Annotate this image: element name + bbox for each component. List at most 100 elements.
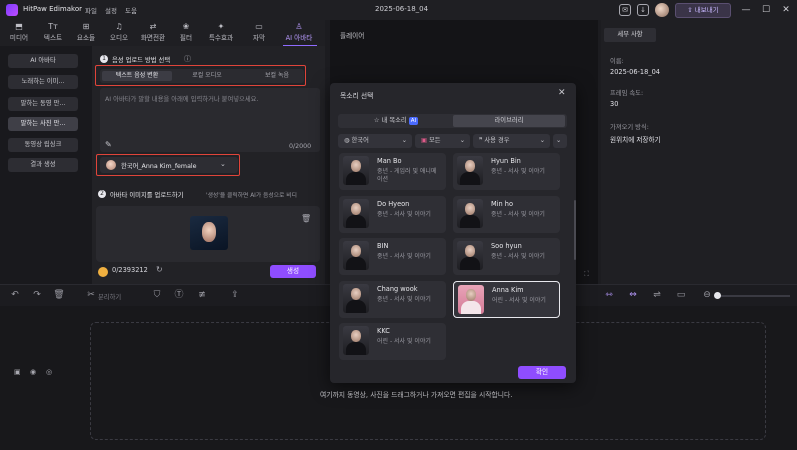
- fullscreen-icon[interactable]: ⛶: [584, 270, 589, 279]
- usecase-filter[interactable]: ❞ 사용 경우 ⌄: [473, 134, 550, 148]
- chevron-down-icon: ⌄: [459, 137, 465, 144]
- track-lock-icon[interactable]: ▣: [14, 368, 21, 376]
- sidebar-item-0[interactable]: AI 아바타: [8, 54, 78, 68]
- voice-card[interactable]: Hyun Bin 중년 - 서사 및 이야기: [453, 153, 560, 190]
- voice-name: Chang wook: [377, 285, 418, 293]
- export-button[interactable]: ⇪ 내보내기: [675, 3, 731, 18]
- download-icon[interactable]: ↓: [637, 4, 649, 16]
- tab-my-voice[interactable]: ☆ 내 목소리 AI: [340, 115, 452, 127]
- voice-card[interactable]: Man Bo 중년 - 게임러 및 애니메이션: [339, 153, 446, 190]
- project-title: 2025-06-18_04: [375, 5, 429, 13]
- step1-number: 1: [100, 55, 108, 63]
- voice-description: 중년 - 서사 및 이야기: [377, 296, 431, 303]
- sidebar-item-5[interactable]: 결과 생성: [8, 158, 78, 172]
- voice-card[interactable]: KKC 어린 - 서사 및 이야기: [339, 323, 446, 360]
- maximize-icon[interactable]: ☐: [759, 3, 773, 17]
- drop-hint-text: 여기까지 동영상, 사진을 드래그하거나 가져오면 편집을 시작합니다.: [320, 391, 513, 399]
- voice-card[interactable]: Soo hyun 중년 - 서사 및 이야기: [453, 238, 560, 275]
- tab-effects[interactable]: ✦ 특수효과: [205, 21, 237, 42]
- voice-avatar: [458, 285, 484, 314]
- gender-filter[interactable]: ▣ 모든 ⌄: [415, 134, 470, 148]
- filter-icon: ❀: [182, 22, 190, 31]
- toolbar-label: AI 아바타: [285, 34, 313, 42]
- sidebar-item-2[interactable]: 말하는 동영 만...: [8, 97, 78, 111]
- voice-description: 중년 - 게임러 및 애니메이션: [377, 168, 437, 183]
- user-avatar[interactable]: [655, 3, 669, 17]
- voice-avatar: [343, 284, 369, 313]
- scissors-icon[interactable]: ✂: [84, 288, 98, 302]
- menu-file[interactable]: 파일: [85, 5, 97, 15]
- voice-avatar: [343, 156, 369, 185]
- confirm-button[interactable]: 확인: [518, 366, 566, 379]
- step2-title: 아바타 이미지를 업로드하기: [110, 192, 184, 199]
- generate-button[interactable]: 생성: [270, 265, 316, 278]
- modal-scrollbar[interactable]: [574, 200, 576, 260]
- trash-icon[interactable]: 🗑: [301, 214, 311, 223]
- fit-icon[interactable]: ▭: [674, 288, 688, 302]
- app-name: HitPaw Edimakor: [23, 5, 82, 13]
- info-icon[interactable]: ⓘ: [184, 54, 191, 64]
- auto-cut-icon[interactable]: ≢: [195, 288, 209, 302]
- magnet-icon[interactable]: ⇿: [602, 288, 616, 302]
- tab-audio[interactable]: ♫ 오디오: [103, 21, 135, 42]
- redo-icon[interactable]: ↷: [30, 288, 44, 302]
- prop-fps-value: 30: [610, 100, 619, 108]
- tab-media[interactable]: ⬒ 미디어: [3, 21, 35, 42]
- message-icon[interactable]: ✉: [619, 4, 631, 16]
- voice-description: 중년 - 서사 및 이야기: [491, 211, 545, 218]
- close-icon[interactable]: ✕: [779, 3, 793, 17]
- voice-card[interactable]: Do Hyeon 중년 - 서사 및 이야기: [339, 196, 446, 233]
- delete-icon[interactable]: 🗑: [52, 288, 66, 302]
- chevron-down-icon: ⌄: [401, 137, 407, 144]
- split-screen-icon[interactable]: ⇌: [650, 288, 664, 302]
- undo-icon[interactable]: ↶: [8, 288, 22, 302]
- modal-close-icon[interactable]: ✕: [558, 88, 566, 98]
- refresh-icon[interactable]: ↻: [156, 265, 163, 274]
- toolbar-label: 오디오: [109, 34, 129, 42]
- step1-title: 음성 업로드 방법 선택: [112, 57, 171, 64]
- voice-card[interactable]: Chang wook 중년 - 서사 및 이야기: [339, 281, 446, 318]
- sidebar-item-3[interactable]: 말하는 사진 만...: [8, 117, 78, 131]
- shield-icon[interactable]: ⛉: [150, 288, 164, 302]
- ai-write-icon[interactable]: ✎: [105, 140, 112, 149]
- tab-library[interactable]: 라이브러리: [453, 115, 565, 127]
- voice-name: Do Hyeon: [377, 200, 410, 208]
- more-filter-button[interactable]: ⌄: [553, 134, 567, 148]
- voice-description: 중년 - 서사 및 이야기: [377, 211, 431, 218]
- tab-text[interactable]: Tт 텍스트: [37, 21, 69, 42]
- zoom-slider-handle[interactable]: [714, 292, 721, 299]
- menu-help[interactable]: 도움: [125, 5, 137, 15]
- voice-avatar: [343, 241, 369, 270]
- track-visibility-icon[interactable]: ◉: [30, 368, 36, 376]
- modal-title: 목소리 선택: [340, 92, 374, 100]
- tab-elements[interactable]: ⊞ 요소들: [70, 21, 102, 42]
- app-logo: [6, 4, 18, 16]
- toolbar-label: 텍스트: [43, 34, 63, 42]
- credit-count: 0/2393212: [112, 266, 148, 274]
- subtitle-icon: ▭: [255, 22, 263, 31]
- prop-name-value: 2025-06-18_04: [610, 68, 661, 76]
- tab-filter[interactable]: ❀ 필터: [170, 21, 202, 42]
- sidebar-item-1[interactable]: 노래하는 이미...: [8, 75, 78, 89]
- avatar-thumbnail[interactable]: [190, 216, 228, 250]
- zoom-out-icon[interactable]: ⊖: [700, 288, 714, 302]
- track-mute-icon[interactable]: ◎: [46, 368, 52, 376]
- language-filter-label: 한국어: [351, 137, 369, 144]
- menu-settings[interactable]: 설정: [105, 5, 117, 15]
- sidebar-item-4[interactable]: 동영상 립싱크: [8, 138, 78, 152]
- tab-subtitle[interactable]: ▭ 자막: [243, 21, 275, 42]
- link-icon[interactable]: ⇔: [626, 288, 640, 302]
- tab-details[interactable]: 세부 사항: [604, 28, 656, 42]
- tab-transition[interactable]: ⇄ 화면전환: [137, 21, 169, 42]
- voice-card[interactable]: Anna Kim 어린 - 서사 및 이야기: [453, 281, 560, 318]
- minimize-icon[interactable]: —: [739, 3, 753, 17]
- voice-card[interactable]: Min ho 중년 - 서사 및 이야기: [453, 196, 560, 233]
- zoom-slider[interactable]: [716, 295, 790, 297]
- tab-ai-avatar[interactable]: ♙ AI 아바타: [283, 21, 315, 42]
- voice-card[interactable]: BIN 중년 - 서사 및 이야기: [339, 238, 446, 275]
- export-frame-icon[interactable]: ⇪: [228, 288, 242, 302]
- toolbar-label: 화면전환: [140, 34, 166, 42]
- language-filter[interactable]: ◍ 한국어 ⌄: [338, 134, 412, 148]
- text-icon[interactable]: Ⓣ: [172, 288, 186, 302]
- ai-badge: AI: [408, 117, 419, 125]
